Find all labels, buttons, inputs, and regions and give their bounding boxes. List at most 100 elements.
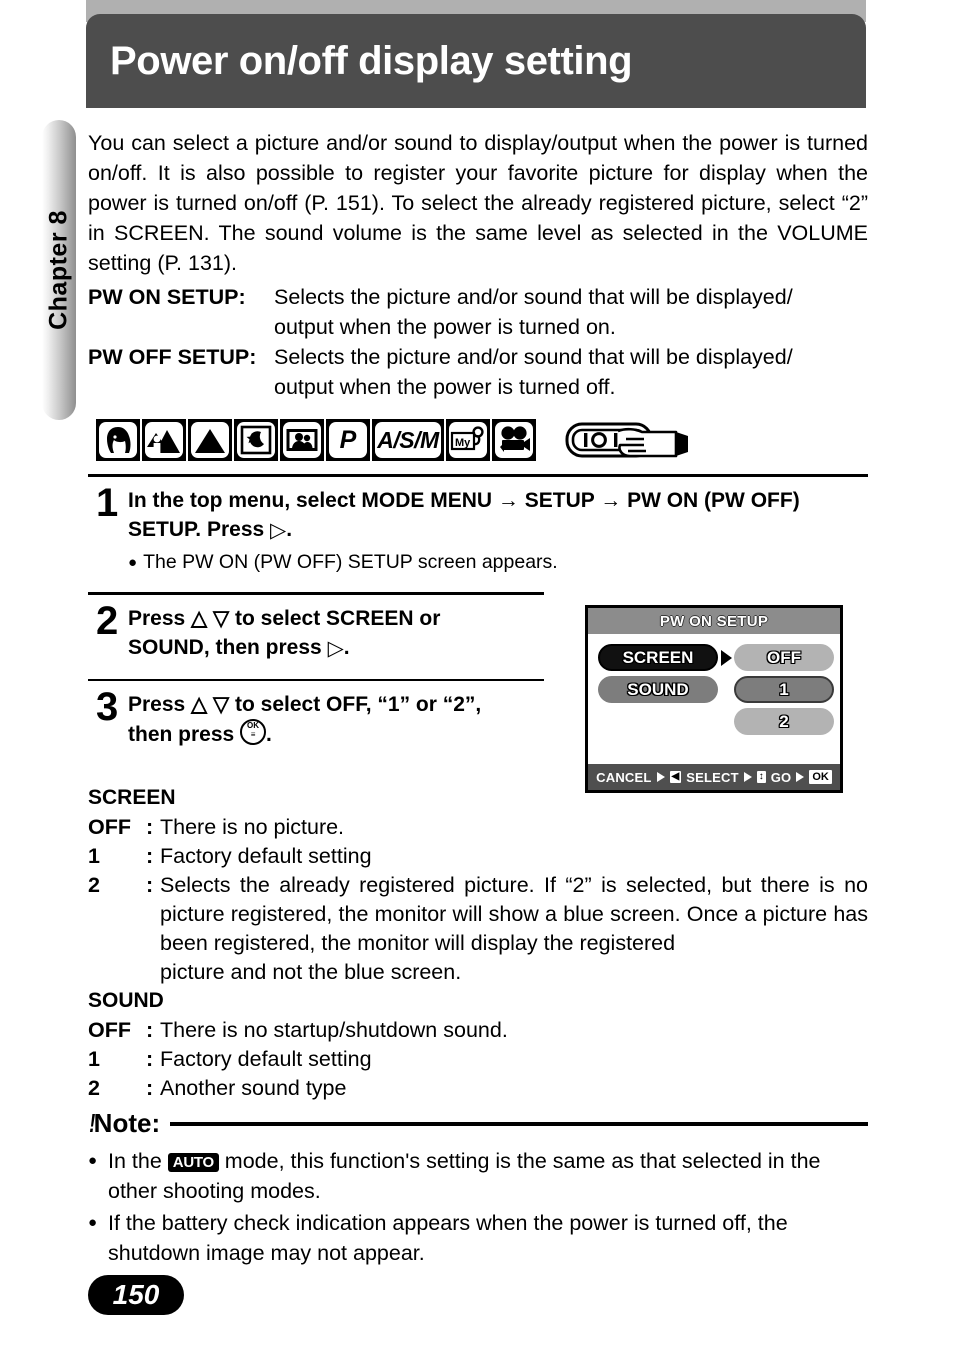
- definition-desc-pw-off-line2: output when the power is turned off.: [274, 375, 616, 399]
- note-item-1: ● In the AUTO mode, this function's sett…: [88, 1146, 868, 1206]
- step-3-text: Press △ ▽ to select OFF, “1” or “2”, the…: [128, 690, 552, 749]
- definition-desc-pw-off: Selects the picture and/or sound that wi…: [274, 342, 868, 402]
- lcd-option-1[interactable]: 1: [734, 676, 834, 703]
- note-item-1-prefix: In the: [108, 1149, 162, 1173]
- step-3-line2-a: then press: [128, 723, 235, 746]
- asm-mode-icon: A/S/M: [372, 419, 444, 461]
- lcd-screen-illustration: PW ON SETUP SCREEN SOUND OFF 1 2 CANCEL …: [585, 605, 843, 793]
- definition-desc-pw-on-line1: Selects the picture and/or sound that wi…: [274, 285, 793, 309]
- note-bullet-icon-1: ●: [88, 1152, 98, 1169]
- note-item-2-main: If the battery check indication appears …: [108, 1211, 788, 1235]
- sound-option-2-colon: :: [146, 1076, 154, 1100]
- step-1-line1-a: In the top menu, select MODE MENU: [128, 489, 493, 512]
- note-bullet-icon-2: ●: [88, 1214, 98, 1231]
- lcd-option-off-label: OFF: [767, 647, 801, 667]
- screen-option-1-colon: :: [146, 844, 154, 868]
- program-mode-icon: P: [326, 419, 370, 461]
- program-mode-label: P: [339, 425, 357, 454]
- portrait-mode-icon: [96, 419, 140, 461]
- screen-section-heading: SCREEN: [88, 786, 176, 809]
- step-3-number: 3: [96, 685, 119, 729]
- step-1-line1-c: PW ON (PW OFF): [627, 489, 800, 512]
- step-1-bullet: ● The PW ON (PW OFF) SETUP screen appear…: [128, 549, 868, 576]
- note-rule: [170, 1121, 868, 1126]
- note-exclamation-icon: !: [89, 1108, 96, 1138]
- screen-option-off: OFF : There is no picture.: [88, 813, 868, 842]
- sound-option-off-colon: :: [146, 1018, 154, 1042]
- lcd-item-screen[interactable]: SCREEN: [598, 644, 718, 671]
- right-arrow-button-icon: ▷: [270, 519, 287, 542]
- sound-option-2-value: Another sound type: [160, 1076, 347, 1100]
- step-2-number: 2: [96, 599, 119, 643]
- screen-option-2-value-last: picture and not the blue screen.: [160, 960, 462, 984]
- screen-option-2-key: 2: [88, 873, 100, 897]
- sound-option-1: 1 : Factory default setting: [88, 1045, 868, 1074]
- step-2-text: Press △ ▽ to select SCREEN or SOUND, the…: [128, 604, 552, 663]
- screen-option-1-key: 1: [88, 844, 100, 868]
- step-2-line2-b: .: [343, 636, 350, 659]
- step-1-number: 1: [96, 481, 119, 525]
- lcd-item-sound[interactable]: SOUND: [598, 676, 718, 703]
- divider-above-step-2: [88, 592, 544, 595]
- footer-left-key-icon: ◀: [669, 771, 682, 783]
- lcd-title: PW ON SETUP: [659, 612, 769, 630]
- lcd-item-screen-label: SCREEN: [622, 647, 694, 667]
- intro-paragraph: You can select a picture and/or sound to…: [88, 131, 868, 275]
- definition-desc-pw-off-line1: Selects the picture and/or sound that wi…: [274, 345, 793, 369]
- note-list: ● In the AUTO mode, this function's sett…: [88, 1146, 868, 1270]
- portrait-landscape-mode-icon: [142, 419, 186, 461]
- step-3: 3 Press △ ▽ to select OFF, “1” or “2”, t…: [96, 685, 552, 749]
- step-2-line1: Press △ ▽ to select SCREEN or: [128, 607, 441, 630]
- sound-section-heading: SOUND: [88, 989, 164, 1012]
- screen-option-1-value: Factory default setting: [160, 844, 372, 868]
- sound-option-1-colon: :: [146, 1047, 154, 1071]
- footer-updown-key-icon: ↕: [756, 771, 766, 783]
- page-title: Power on/off display setting: [110, 39, 633, 83]
- screen-option-2-value: Selects the already registered picture. …: [160, 871, 868, 987]
- note-heading: ! Note:: [88, 1108, 868, 1139]
- screen-option-2: 2 : Selects the already registered pictu…: [88, 871, 868, 987]
- step-1: 1 In the top menu, select MODE MENU → SE…: [96, 481, 868, 576]
- page-number: 150: [112, 1279, 160, 1310]
- lcd-selection-arrow-icon: [721, 650, 732, 666]
- definition-term-pw-on: PW ON SETUP:: [88, 285, 246, 309]
- ok-button-icon-bottom: ≡: [250, 730, 256, 739]
- page-number-badge: 150: [88, 1275, 184, 1315]
- sound-options-section: SOUND OFF : There is no startup/shutdown…: [88, 986, 868, 1103]
- right-arrow-button-icon-2: ▷: [327, 637, 344, 660]
- sound-option-2: 2 : Another sound type: [88, 1074, 868, 1103]
- note-item-1-main: mode, this function's setting is the sam…: [224, 1149, 821, 1173]
- lcd-option-2-label: 2: [779, 711, 789, 731]
- ok-button-icon-top: OK: [247, 721, 260, 730]
- definition-row-pw-on: PW ON SETUP: Selects the picture and/or …: [88, 282, 868, 342]
- setup-definition-list: PW ON SETUP: Selects the picture and/or …: [88, 282, 868, 402]
- divider-above-step-1: [88, 474, 868, 477]
- main-content: You can select a picture and/or sound to…: [88, 128, 868, 402]
- lcd-option-off[interactable]: OFF: [734, 644, 834, 671]
- page-header: Power on/off display setting: [86, 14, 866, 108]
- lcd-option-2[interactable]: 2: [734, 708, 834, 735]
- footer-arrow-icon-3: [796, 772, 805, 782]
- screen-option-off-colon: :: [146, 815, 154, 839]
- lcd-item-sound-label: SOUND: [627, 679, 689, 699]
- chapter-tab: Chapter 8: [42, 120, 76, 420]
- sound-option-off: OFF : There is no startup/shutdown sound…: [88, 1016, 868, 1045]
- note-item-2: ● If the battery check indication appear…: [88, 1208, 868, 1268]
- definition-row-pw-off: PW OFF SETUP: Selects the picture and/or…: [88, 342, 868, 402]
- ok-button-icon: OK ≡: [240, 719, 267, 745]
- lcd-option-1-label: 1: [779, 679, 789, 699]
- chapter-tab-label: Chapter 8: [44, 210, 73, 330]
- step-1-text: In the top menu, select MODE MENU → SETU…: [128, 486, 868, 576]
- footer-ok-key-icon: OK: [809, 770, 832, 784]
- night-scene-mode-icon: [234, 419, 278, 461]
- asm-mode-label: A/S/M: [377, 426, 439, 453]
- step-2: 2 Press △ ▽ to select SCREEN or SOUND, t…: [96, 599, 552, 663]
- sound-option-1-value: Factory default setting: [160, 1047, 372, 1071]
- movie-mode-icon: [492, 419, 536, 461]
- note-item-2-last: shutdown image may not appear.: [108, 1241, 425, 1265]
- step-1-bullet-text: The PW ON (PW OFF) SETUP screen appears.: [143, 551, 558, 573]
- step-1-arrow-2: →: [600, 489, 622, 512]
- sound-option-off-key: OFF: [88, 1018, 131, 1042]
- definition-desc-pw-on-line2: output when the power is turned on.: [274, 315, 616, 339]
- sound-option-2-key: 2: [88, 1076, 100, 1100]
